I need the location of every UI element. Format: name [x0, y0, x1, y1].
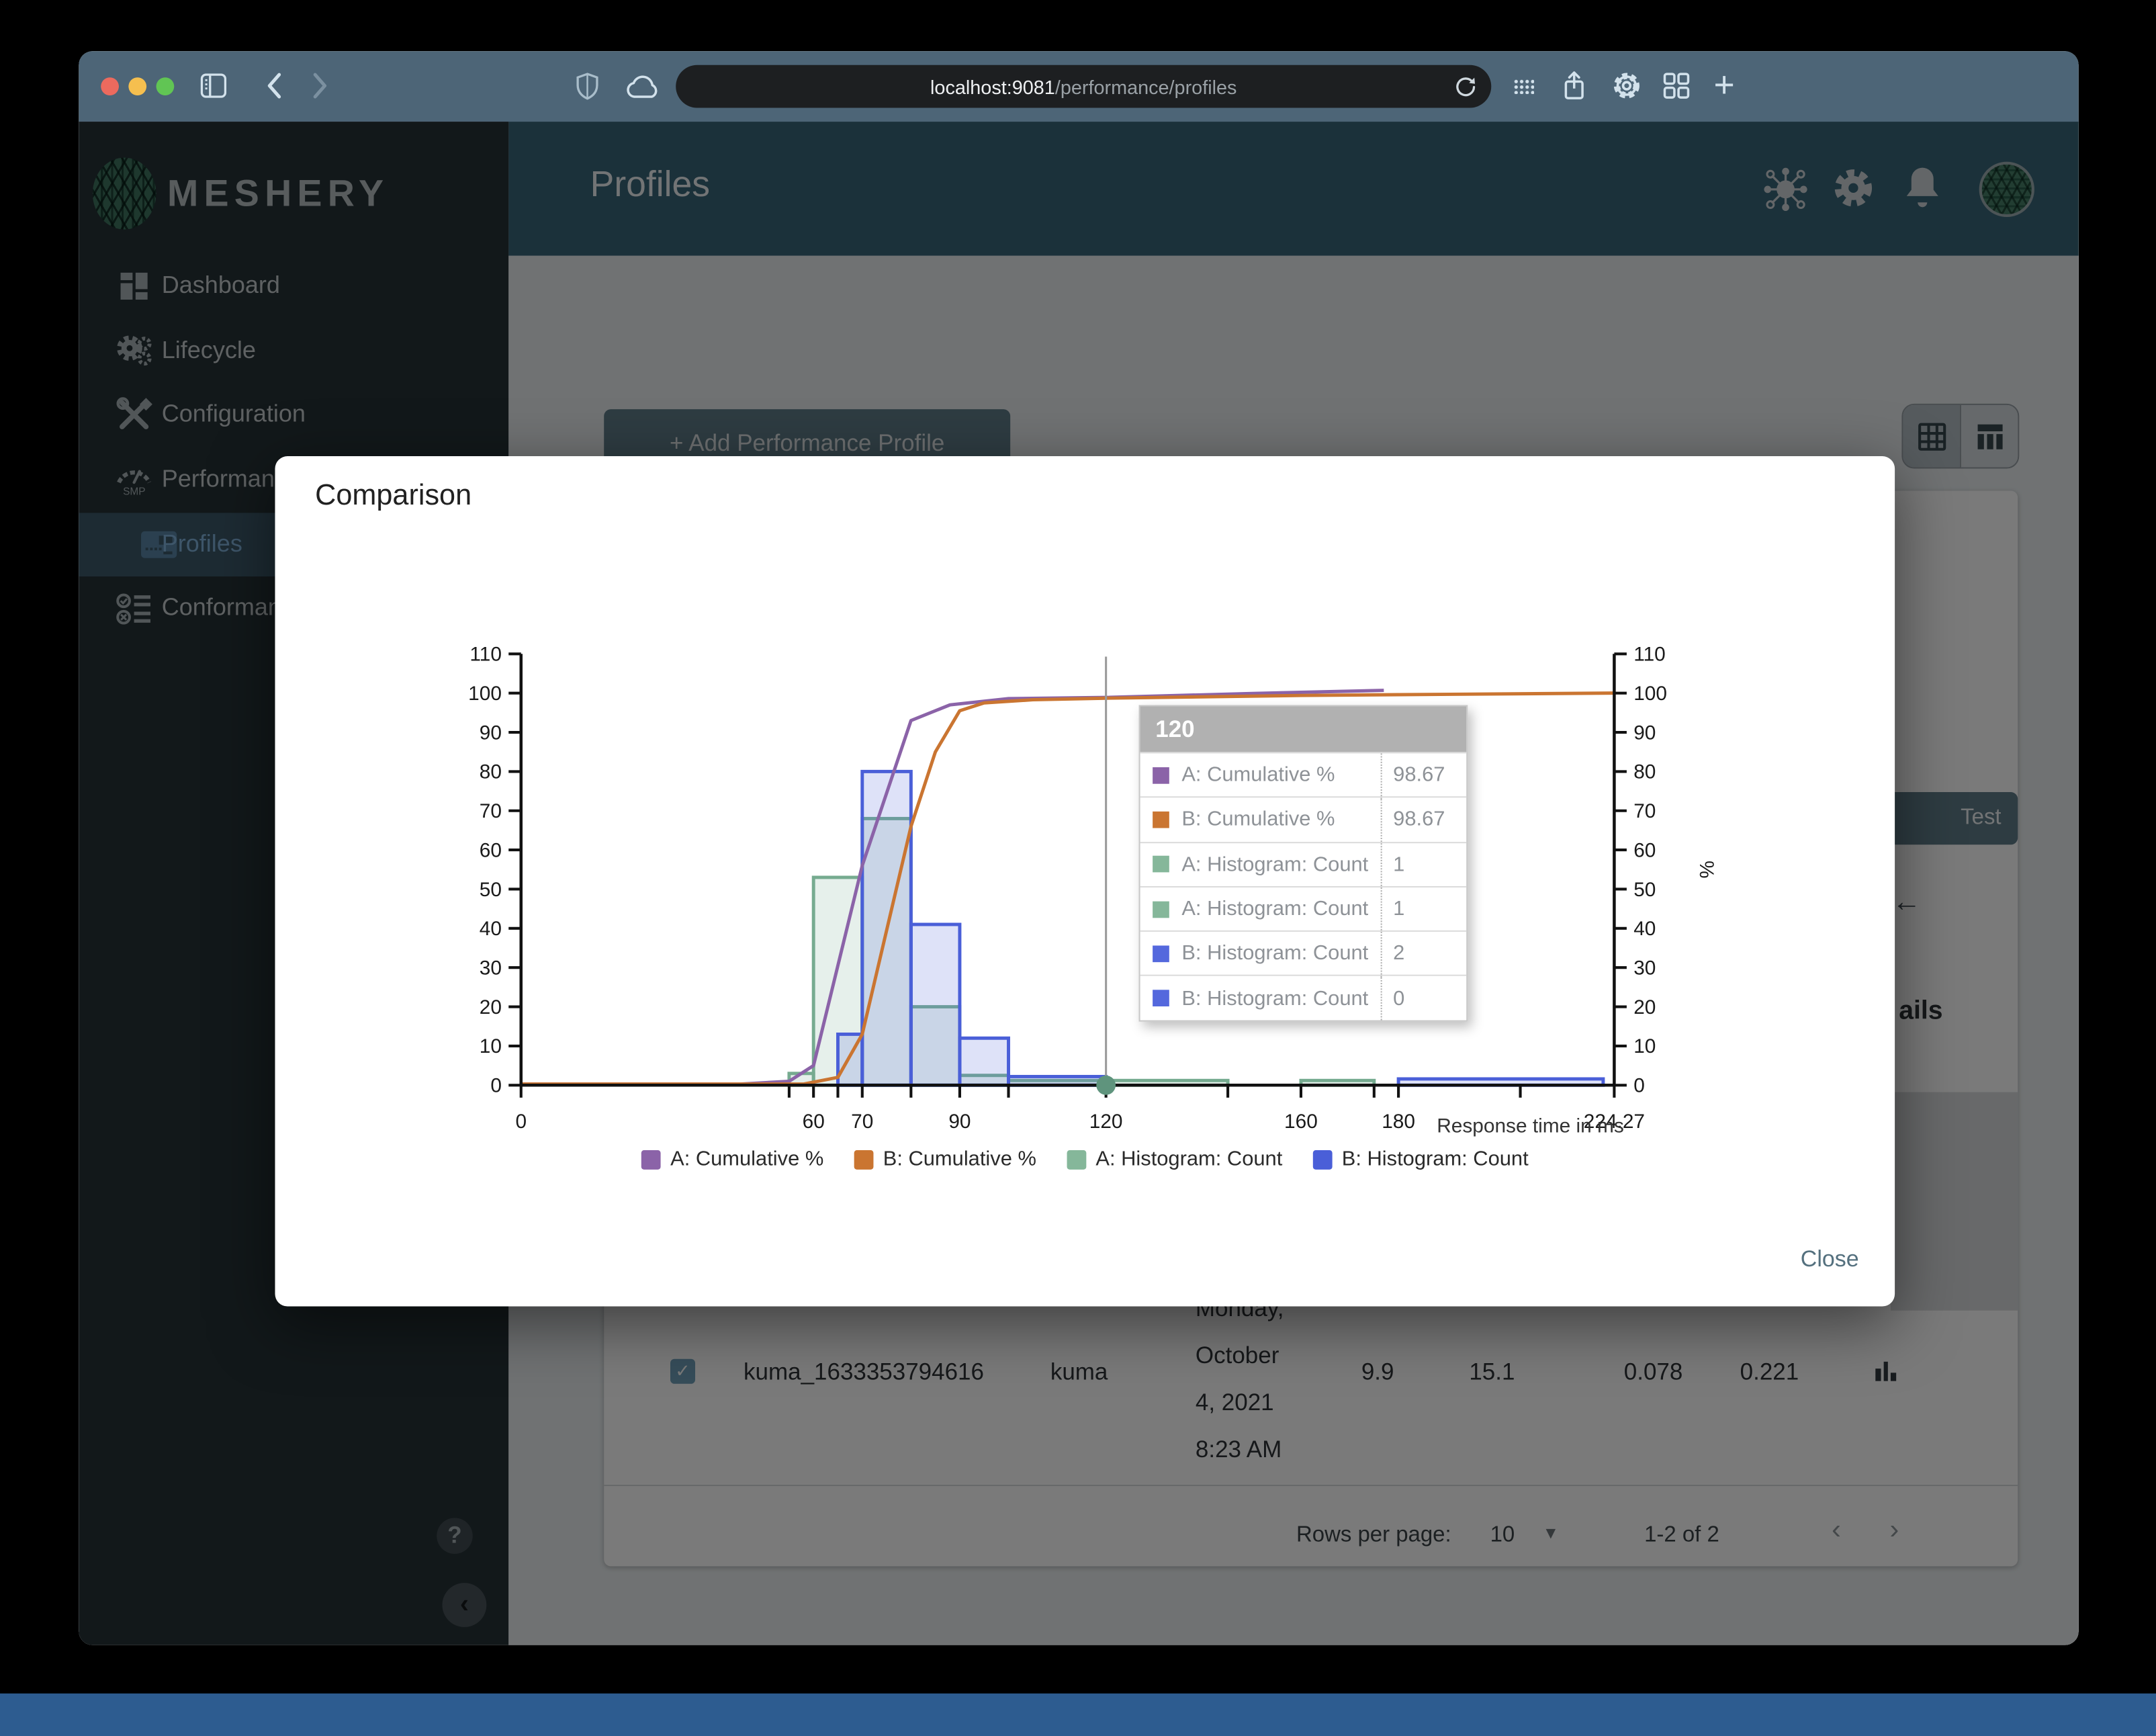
tooltip-value: 98.67 — [1380, 797, 1467, 842]
forward-icon[interactable] — [311, 71, 330, 101]
svg-text:120: 120 — [1089, 1111, 1123, 1133]
tooltip-value: 2 — [1380, 932, 1467, 975]
tooltip-label: A: Histogram: Count — [1181, 897, 1369, 921]
url-bar[interactable]: localhost:9081/performance/profiles — [676, 64, 1492, 108]
tooltip-row: A: Histogram: Count 1 — [1140, 841, 1467, 886]
tooltip-label: A: Cumulative % — [1181, 763, 1335, 787]
tooltip-value: 1 — [1380, 842, 1467, 886]
svg-text:0: 0 — [515, 1111, 527, 1133]
svg-text:0: 0 — [1633, 1075, 1645, 1097]
legend-label: B: Histogram: Count — [1341, 1147, 1529, 1171]
back-icon[interactable] — [264, 71, 283, 101]
zoom-window-button[interactable] — [156, 77, 175, 95]
legend-swatch — [641, 1149, 661, 1169]
svg-text:100: 100 — [468, 683, 502, 705]
tooltip-swatch — [1153, 945, 1169, 962]
svg-text:110: 110 — [469, 644, 502, 666]
svg-text:110: 110 — [1633, 644, 1666, 666]
legend-label: A: Histogram: Count — [1095, 1147, 1283, 1171]
svg-text:60: 60 — [480, 839, 502, 861]
tooltip-row: B: Cumulative % 98.67 — [1140, 796, 1467, 842]
tooltip-swatch — [1153, 856, 1169, 873]
svg-text:40: 40 — [480, 918, 502, 940]
minimize-window-button[interactable] — [128, 77, 147, 95]
reload-icon[interactable] — [1454, 75, 1478, 98]
svg-text:90: 90 — [1633, 722, 1656, 744]
legend-item[interactable]: A: Histogram: Count — [1067, 1147, 1282, 1171]
tooltip-swatch — [1153, 811, 1169, 828]
sidebar-toggle-icon[interactable] — [200, 73, 227, 98]
legend-item[interactable]: B: Histogram: Count — [1312, 1147, 1529, 1171]
new-tab-icon[interactable]: + — [1714, 64, 1735, 107]
svg-text:60: 60 — [1633, 839, 1656, 861]
histogram-bar — [958, 1036, 1010, 1087]
chart-tooltip: 120 A: Cumulative % 98.67 B: Cumulative % 9… — [1138, 705, 1468, 1022]
svg-text:80: 80 — [1633, 761, 1656, 783]
shield-icon[interactable] — [575, 72, 600, 102]
comparison-modal: Comparison 0 0 10 10 20 20 30 30 40 40 50 50 60 60 70 7… — [275, 456, 1895, 1307]
tooltip-row: A: Histogram: Count 1 — [1140, 885, 1467, 931]
tooltip-label: B: Histogram: Count — [1181, 986, 1369, 1010]
legend-swatch — [854, 1149, 874, 1169]
tooltip-label: B: Histogram: Count — [1181, 941, 1369, 965]
crosshair-dot — [1096, 1075, 1116, 1095]
tooltip-label: A: Histogram: Count — [1181, 853, 1369, 877]
tooltip-swatch — [1153, 990, 1169, 1007]
svg-text:90: 90 — [948, 1111, 971, 1133]
legend-label: B: Cumulative % — [883, 1147, 1036, 1171]
svg-text:20: 20 — [1633, 996, 1656, 1018]
svg-text:50: 50 — [1633, 879, 1656, 901]
comparison-chart: 0 010 1020 2030 3040 4050 5060 6070 7080 8090 9010… — [468, 644, 1717, 1133]
tooltip-swatch — [1153, 767, 1169, 783]
svg-text:160: 160 — [1284, 1111, 1318, 1133]
svg-text:80: 80 — [480, 761, 502, 783]
tooltip-value: 1 — [1380, 887, 1467, 931]
chart-legend: A: Cumulative % B: Cumulative % A: Histogr… — [275, 1147, 1895, 1171]
svg-text:10: 10 — [1633, 1035, 1656, 1057]
tab-overview-icon[interactable] — [1662, 72, 1690, 99]
svg-text:10: 10 — [480, 1035, 502, 1057]
cloud-icon[interactable] — [625, 75, 661, 99]
svg-text:70: 70 — [851, 1111, 873, 1133]
svg-text:60: 60 — [803, 1111, 825, 1133]
tooltip-swatch — [1153, 900, 1169, 918]
browser-toolbar: localhost:9081/performance/profiles + — [79, 51, 2079, 124]
histogram-bar — [909, 922, 962, 1087]
close-window-button[interactable] — [101, 77, 119, 95]
tooltip-row: B: Histogram: Count 2 — [1140, 930, 1467, 975]
svg-text:180: 180 — [1382, 1111, 1415, 1133]
svg-text:0: 0 — [490, 1075, 502, 1097]
tooltip-label: B: Cumulative % — [1181, 808, 1335, 832]
share-icon[interactable] — [1562, 69, 1586, 102]
legend-item[interactable]: B: Cumulative % — [854, 1147, 1036, 1171]
tooltip-row: B: Histogram: Count 0 — [1140, 975, 1467, 1021]
url-host: localhost:9081 — [930, 75, 1055, 98]
legend-item[interactable]: A: Cumulative % — [641, 1147, 823, 1171]
x-axis-label: Response time in ms — [1437, 1115, 1624, 1138]
svg-text:70: 70 — [1633, 800, 1656, 822]
svg-text:20: 20 — [480, 996, 502, 1018]
screen: localhost:9081/performance/profiles + Co… — [0, 0, 2156, 1736]
svg-text:30: 30 — [480, 957, 502, 979]
svg-text:70: 70 — [480, 800, 502, 822]
svg-text:40: 40 — [1633, 918, 1656, 940]
tooltip-value: 0 — [1380, 976, 1467, 1021]
close-button[interactable]: Close — [1801, 1247, 1859, 1273]
extensions-grid-icon[interactable] — [1513, 79, 1535, 94]
url-path: /performance/profiles — [1054, 75, 1237, 98]
svg-text:90: 90 — [480, 722, 502, 744]
svg-text:50: 50 — [480, 879, 502, 901]
settings-gear-icon[interactable] — [1611, 71, 1642, 101]
desktop-wallpaper — [0, 1693, 2156, 1736]
legend-label: A: Cumulative % — [670, 1147, 824, 1171]
tooltip-title: 120 — [1140, 706, 1467, 752]
svg-text:100: 100 — [1633, 683, 1667, 705]
tooltip-row: A: Cumulative % 98.67 — [1140, 752, 1467, 797]
legend-swatch — [1312, 1149, 1333, 1169]
legend-swatch — [1067, 1149, 1086, 1169]
svg-text:30: 30 — [1633, 957, 1656, 979]
tooltip-value: 98.67 — [1380, 753, 1467, 797]
y-right-axis-label: % — [1695, 861, 1717, 879]
